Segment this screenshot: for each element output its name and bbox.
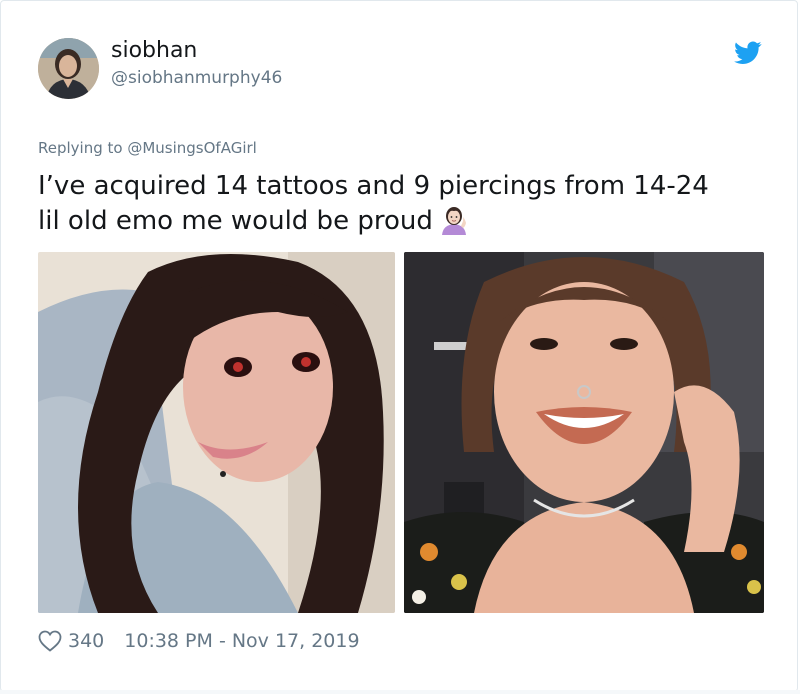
tweet-text-line-2-text: lil old emo me would be proud	[38, 206, 433, 236]
reply-mention-link[interactable]: @MusingsOfAGirl	[127, 139, 257, 157]
twitter-bird-icon[interactable]	[734, 41, 762, 65]
reply-prefix: Replying to	[38, 139, 128, 157]
tweet-card: siobhan @siobhanmurphy46 Replying to @Mu…	[0, 0, 798, 692]
tweet-footer: 340 10:38 PM - Nov 17, 2019	[38, 627, 360, 655]
photo-after-icon	[404, 252, 764, 613]
like-count[interactable]: 340	[68, 627, 104, 655]
user-handle[interactable]: @siobhanmurphy46	[111, 67, 282, 89]
woman-tipping-hand-emoji-icon	[441, 207, 466, 235]
tweet-photo-left[interactable]	[38, 252, 395, 613]
display-name[interactable]: siobhan	[111, 38, 197, 64]
tweet-photo-right[interactable]	[404, 252, 764, 613]
heart-icon[interactable]	[38, 630, 62, 652]
tweet-text-line-1: I’ve acquired 14 tattoos and 9 piercings…	[38, 171, 709, 201]
tweet-text: I’ve acquired 14 tattoos and 9 piercings…	[38, 169, 778, 239]
reply-context: Replying to @MusingsOfAGirl	[38, 138, 257, 158]
tweet-text-line-2: lil old emo me would be proud	[38, 204, 778, 239]
bottom-divider	[0, 690, 800, 694]
tweet-timestamp[interactable]: 10:38 PM - Nov 17, 2019	[124, 627, 359, 655]
avatar-photo-icon	[38, 38, 99, 99]
avatar[interactable]	[38, 38, 99, 99]
photo-before-icon	[38, 252, 395, 613]
